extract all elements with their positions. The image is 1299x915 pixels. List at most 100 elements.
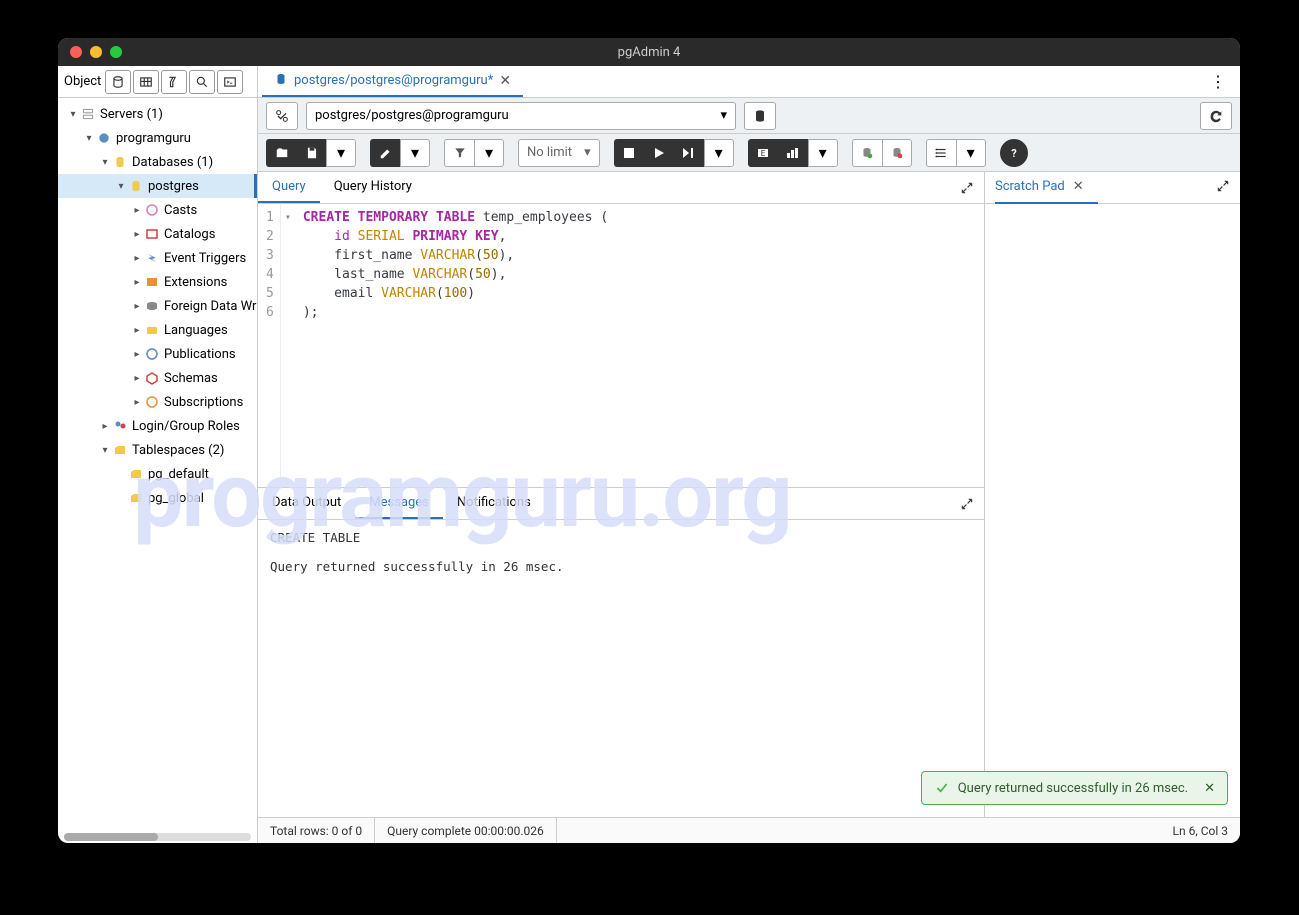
tabs-menu-button[interactable]: ⋮ — [1200, 66, 1236, 97]
file-tab[interactable]: postgres/postgres@programguru* ✕ — [262, 66, 523, 97]
close-tab-button[interactable]: ✕ — [499, 73, 511, 89]
save-button[interactable] — [296, 139, 326, 167]
tree-foreign-data[interactable]: ▸Foreign Data Wr — [58, 294, 257, 318]
help-button[interactable]: ? — [1000, 139, 1028, 167]
scratch-pad-body[interactable] — [985, 204, 1240, 817]
open-file-button[interactable] — [266, 139, 296, 167]
save-dropdown[interactable]: ▾ — [326, 139, 356, 167]
expand-scratch-button[interactable] — [1216, 179, 1230, 197]
tab-notifications[interactable]: Notifications — [443, 488, 545, 519]
tree-login-roles[interactable]: ▸ Login/Group Roles — [58, 414, 257, 438]
minimize-window-button[interactable] — [90, 46, 102, 58]
filter-button[interactable] — [444, 139, 474, 167]
sql-editor[interactable]: 1 2 3 4 5 6 ▾ CREATE TEMPORARY TABL — [258, 204, 984, 487]
database-icon — [112, 154, 128, 170]
sidebar-tool-2[interactable] — [133, 70, 159, 94]
tree-label: Login/Group Roles — [132, 419, 240, 434]
close-window-button[interactable] — [70, 46, 82, 58]
fold-toggle[interactable]: ▾ — [285, 208, 291, 227]
chevron-down-icon[interactable]: ▾ — [114, 181, 128, 192]
tree-casts[interactable]: ▸Casts — [58, 198, 257, 222]
explain-dropdown[interactable]: ▾ — [808, 139, 838, 167]
refresh-button[interactable] — [1200, 102, 1232, 130]
tree-event-triggers[interactable]: ▸Event Triggers — [58, 246, 257, 270]
catalogs-icon — [144, 226, 160, 242]
messages-output[interactable]: CREATE TABLE Query returned successfully… — [258, 520, 984, 817]
chevron-right-icon[interactable]: ▸ — [130, 205, 144, 216]
tab-data-output[interactable]: Data Output — [258, 488, 355, 519]
sidebar-tool-3[interactable] — [161, 70, 187, 94]
tree-tablespaces[interactable]: ▾Tablespaces (2) — [58, 438, 257, 462]
terminal-button[interactable] — [217, 70, 243, 94]
connection-status-button[interactable] — [266, 102, 298, 130]
expand-output-button[interactable] — [950, 488, 984, 519]
chevron-right-icon[interactable]: ▸ — [130, 253, 144, 264]
macros-button[interactable] — [926, 139, 956, 167]
search-button[interactable] — [189, 70, 215, 94]
tree-schemas[interactable]: ▸Schemas — [58, 366, 257, 390]
line-gutter: 1 2 3 4 5 6 — [258, 204, 281, 487]
explain-analyze-button[interactable] — [778, 139, 808, 167]
scratch-pad-tab[interactable]: Scratch Pad ✕ — [995, 172, 1098, 204]
file-tab-label: postgres/postgres@programguru* — [294, 73, 493, 88]
expand-editor-button[interactable] — [950, 172, 984, 203]
execute-script-button[interactable] — [674, 139, 704, 167]
chevron-right-icon[interactable]: ▸ — [130, 325, 144, 336]
tab-messages[interactable]: Messages — [355, 488, 443, 519]
stop-button[interactable] — [614, 139, 644, 167]
svg-text:?: ? — [1011, 147, 1017, 160]
chevron-down-icon[interactable]: ▾ — [98, 445, 112, 456]
tree-extensions[interactable]: ▸Extensions — [58, 270, 257, 294]
edit-button[interactable] — [370, 139, 400, 167]
tab-query[interactable]: Query — [258, 172, 320, 203]
close-scratch-button[interactable]: ✕ — [1073, 179, 1084, 194]
execute-button[interactable] — [644, 139, 674, 167]
tree-subscriptions[interactable]: ▸Subscriptions — [58, 390, 257, 414]
explain-button[interactable]: E — [748, 139, 778, 167]
limit-select[interactable]: No limit▾ — [518, 139, 600, 167]
chevron-right-icon[interactable]: ▸ — [130, 373, 144, 384]
chevron-right-icon[interactable]: ▸ — [98, 421, 112, 432]
db-role-button[interactable] — [744, 102, 776, 130]
tree-db-postgres[interactable]: ▾postgres — [58, 174, 257, 198]
chevron-down-icon[interactable]: ▾ — [82, 133, 96, 144]
commit-button[interactable] — [852, 139, 882, 167]
maximize-window-button[interactable] — [110, 46, 122, 58]
sidebar-header: Object — [58, 66, 257, 98]
chevron-down-icon[interactable]: ▾ — [66, 109, 80, 120]
chevron-right-icon[interactable]: ▸ — [130, 397, 144, 408]
code-body[interactable]: CREATE TEMPORARY TABLE temp_employees ( … — [295, 204, 984, 487]
chevron-right-icon[interactable]: ▸ — [130, 229, 144, 240]
tree-publications[interactable]: ▸Publications — [58, 342, 257, 366]
object-tree[interactable]: ▾Servers (1) ▾ programguru ▾Databases (1)… — [58, 98, 257, 831]
chevron-right-icon[interactable]: ▸ — [130, 277, 144, 288]
execute-dropdown[interactable]: ▾ — [704, 139, 734, 167]
macros-dropdown[interactable]: ▾ — [956, 139, 986, 167]
database-icon — [128, 178, 144, 194]
folder-icon — [128, 490, 144, 506]
tree-languages[interactable]: ▸Languages — [58, 318, 257, 342]
status-complete: Query complete 00:00:00.026 — [375, 818, 557, 843]
tree-label: programguru — [116, 131, 191, 146]
chevron-right-icon[interactable]: ▸ — [130, 349, 144, 360]
titlebar: pgAdmin 4 — [58, 38, 1240, 66]
tree-server-programguru[interactable]: ▾ programguru — [58, 126, 257, 150]
statusbar: Total rows: 0 of 0 Query complete 00:00:… — [258, 817, 1240, 843]
tab-query-history[interactable]: Query History — [320, 172, 426, 203]
chevron-down-icon[interactable]: ▾ — [98, 157, 112, 168]
rollback-button[interactable] — [882, 139, 912, 167]
chevron-right-icon[interactable]: ▸ — [130, 301, 144, 312]
query-toolbar: ▾ ▾ ▾ No limit▾ ▾ — [258, 134, 1240, 172]
edit-dropdown[interactable]: ▾ — [400, 139, 430, 167]
filter-dropdown[interactable]: ▾ — [474, 139, 504, 167]
sidebar-tool-1[interactable] — [105, 70, 131, 94]
sidebar-scrollbar[interactable] — [64, 833, 251, 841]
tree-databases[interactable]: ▾Databases (1) — [58, 150, 257, 174]
tree-servers[interactable]: ▾Servers (1) — [58, 102, 257, 126]
connection-select[interactable]: postgres/postgres@programguru ▾ — [306, 102, 736, 130]
tree-catalogs[interactable]: ▸Catalogs — [58, 222, 257, 246]
tree-pg-global[interactable]: pg_global — [58, 486, 257, 510]
window-title: pgAdmin 4 — [618, 45, 681, 60]
tree-pg-default[interactable]: pg_default — [58, 462, 257, 486]
close-toast-button[interactable]: ✕ — [1204, 781, 1215, 796]
